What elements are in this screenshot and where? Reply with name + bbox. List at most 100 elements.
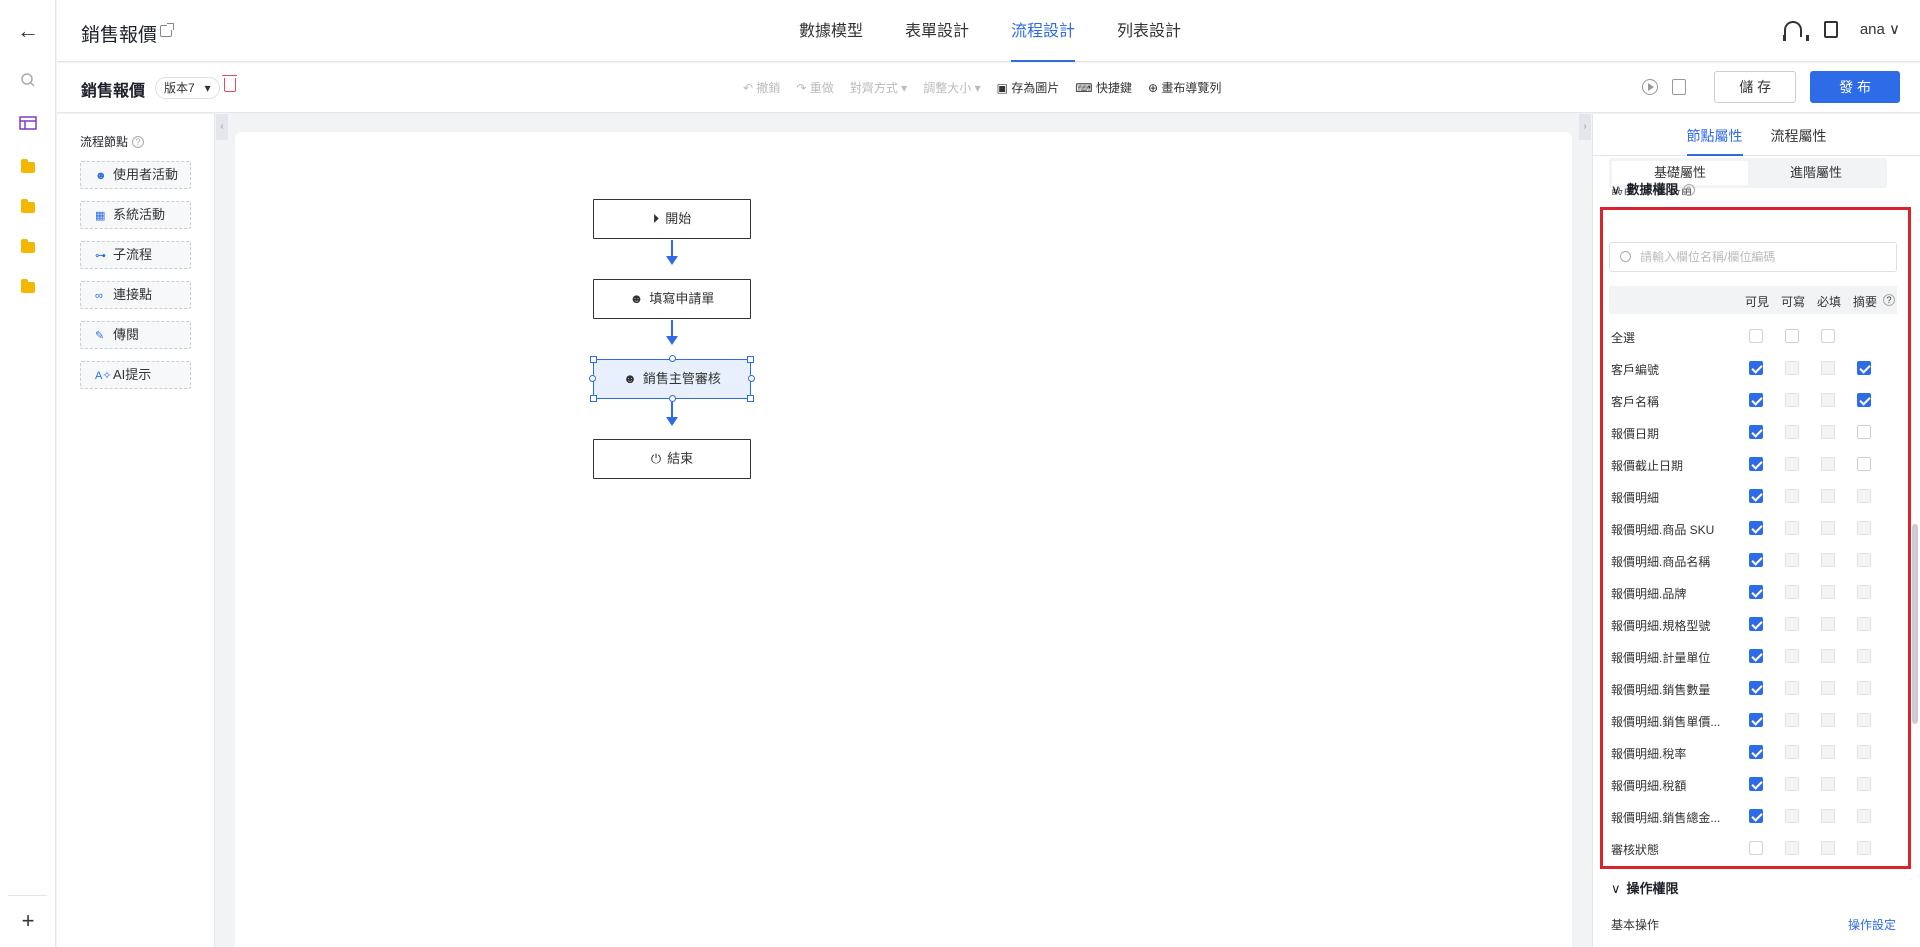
folder-icon[interactable] bbox=[0, 279, 56, 293]
user-name: ana bbox=[1859, 21, 1885, 38]
folder-icon[interactable] bbox=[0, 159, 56, 173]
trash-icon[interactable] bbox=[222, 75, 237, 92]
palette-title-label: 流程節點 bbox=[80, 135, 129, 149]
chevron-down-icon: ∨ bbox=[1611, 881, 1621, 896]
grid-icon: ▦ bbox=[95, 210, 106, 222]
operation-settings-link[interactable]: 操作設定 bbox=[1848, 916, 1896, 933]
tab-data-model[interactable]: 數據模型 bbox=[799, 0, 863, 62]
folder-icon[interactable] bbox=[0, 199, 56, 213]
palette-item-label: 子流程 bbox=[113, 247, 153, 262]
data-permission-header[interactable]: ∨ 數據權限? bbox=[1611, 179, 1695, 198]
book-icon[interactable] bbox=[1823, 20, 1838, 38]
rail-divider bbox=[8, 895, 47, 896]
run-icon[interactable] bbox=[1642, 79, 1659, 95]
help-icon[interactable]: ? bbox=[1682, 184, 1695, 196]
app-title: 銷售報價 bbox=[81, 25, 158, 46]
user-icon: ☻ bbox=[623, 371, 637, 386]
help-icon[interactable]: ? bbox=[132, 136, 145, 148]
palette-item-subflow[interactable]: ⊶ 子流程 bbox=[80, 241, 191, 269]
palette-item-label: AI提示 bbox=[113, 367, 152, 382]
palette-item-user-activity[interactable]: ☻ 使用者活動 bbox=[80, 161, 191, 189]
user-menu[interactable]: ana ∨ bbox=[1860, 20, 1900, 38]
user-icon: ☻ bbox=[629, 291, 644, 306]
top-right-controls: ana ∨ bbox=[1782, 20, 1900, 41]
panel-scrollbar[interactable] bbox=[1912, 524, 1918, 724]
folder-icon[interactable] bbox=[0, 239, 56, 253]
palette-title: 流程節點? bbox=[80, 133, 145, 150]
search-icon[interactable] bbox=[0, 72, 56, 91]
publish-button[interactable]: 發 布 bbox=[1810, 71, 1900, 103]
chevron-down-icon: ▾ bbox=[974, 81, 981, 95]
collapse-left-icon[interactable]: ‹ bbox=[216, 114, 228, 140]
resize-handle[interactable] bbox=[747, 395, 754, 402]
circulate-icon: ✎ bbox=[95, 330, 105, 342]
shortcuts-label: 快捷鍵 bbox=[1095, 81, 1132, 95]
operation-permission-title: 操作權限 bbox=[1626, 881, 1679, 896]
basic-operations-label: 基本操作 bbox=[1611, 918, 1660, 932]
collapse-right-icon[interactable]: › bbox=[1579, 114, 1591, 140]
tab-advanced-properties[interactable]: 進階屬性 bbox=[1748, 161, 1884, 185]
node-label: 開始 bbox=[665, 211, 692, 226]
plus-icon[interactable]: + bbox=[0, 908, 56, 934]
save-image-label: 存為圖片 bbox=[1011, 81, 1060, 95]
undo-label: 撤銷 bbox=[756, 81, 781, 95]
external-link-icon[interactable] bbox=[160, 23, 174, 37]
headset-icon[interactable] bbox=[1782, 21, 1809, 41]
undo-button[interactable]: ↶ 撤銷 bbox=[743, 79, 780, 96]
align-dropdown[interactable]: 對齊方式 ▾ bbox=[850, 79, 907, 96]
table-icon[interactable] bbox=[0, 116, 56, 133]
palette-item-system-activity[interactable]: ▦ 系統活動 bbox=[80, 201, 191, 229]
arrow-head-icon bbox=[666, 417, 678, 426]
palette-item-ai-prompt[interactable]: A✧AI提示 bbox=[80, 361, 191, 389]
palette-item-circulate[interactable]: ✎ 傳閱 bbox=[80, 321, 191, 349]
link-icon: ∞ bbox=[95, 290, 103, 302]
subflow-icon: ⊶ bbox=[95, 250, 106, 262]
connect-handle[interactable] bbox=[748, 375, 755, 382]
chevron-down-icon: ▾ bbox=[901, 81, 908, 95]
resize-handle[interactable] bbox=[590, 356, 597, 363]
flow-node-end[interactable]: ⏻ 結束 bbox=[593, 439, 751, 479]
undo-icon: ↶ bbox=[743, 81, 757, 95]
tab-form-design[interactable]: 表單設計 bbox=[905, 0, 969, 62]
save-button[interactable]: 儲 存 bbox=[1714, 71, 1797, 103]
palette-item-label: 連接點 bbox=[113, 287, 153, 302]
flow-canvas[interactable]: ⏵ 開始 ☻ 填寫申請單 ☻ 銷售主管審核 ⏻ 結束 bbox=[235, 132, 1572, 947]
flow-node-manager-review[interactable]: ☻ 銷售主管審核 bbox=[593, 359, 751, 399]
user-icon: ☻ bbox=[95, 170, 107, 182]
flow-node-start[interactable]: ⏵ 開始 bbox=[593, 199, 751, 239]
canvas-tools: ↶ 撤銷 ↷ 重做 對齊方式 ▾ 調整大小 ▾ ▣ 存為圖片 ⌨ 快捷鍵 ⊕ 畫… bbox=[743, 79, 1221, 96]
palette-item-label: 傳閱 bbox=[113, 327, 140, 342]
connect-handle[interactable] bbox=[669, 395, 676, 402]
main-tabs: 數據模型 表單設計 流程設計 列表設計 bbox=[799, 0, 1223, 62]
connect-handle[interactable] bbox=[669, 355, 676, 362]
back-arrow-icon[interactable]: ← bbox=[0, 18, 56, 44]
highlight-box bbox=[1600, 207, 1911, 869]
tab-flow-properties[interactable]: 流程屬性 bbox=[1771, 114, 1827, 156]
version-select[interactable]: 版本7 bbox=[155, 77, 220, 99]
resize-handle[interactable] bbox=[747, 356, 754, 363]
play-circle-icon: ⏵ bbox=[652, 211, 660, 226]
ai-icon: A✧ bbox=[95, 370, 112, 382]
power-icon: ⏻ bbox=[650, 451, 662, 466]
operation-permission-header[interactable]: ∨ 操作權限 bbox=[1611, 878, 1679, 897]
palette-item-connector[interactable]: ∞ 連接點 bbox=[80, 281, 191, 309]
flow-node-fill-application[interactable]: ☻ 填寫申請單 bbox=[593, 279, 751, 319]
resize-dropdown[interactable]: 調整大小 ▾ bbox=[923, 79, 980, 96]
redo-button[interactable]: ↷ 重做 bbox=[796, 79, 833, 96]
connect-handle[interactable] bbox=[589, 375, 596, 382]
align-label: 對齊方式 bbox=[849, 81, 898, 95]
resize-label: 調整大小 bbox=[923, 81, 972, 95]
chevron-down-icon: ∨ bbox=[1889, 21, 1900, 38]
canvas-nav-label: 畫布導覽列 bbox=[1161, 81, 1222, 95]
left-rail: ← + bbox=[0, 0, 56, 947]
preview-doc-icon[interactable] bbox=[1672, 79, 1687, 95]
tab-node-properties[interactable]: 節點屬性 bbox=[1686, 114, 1743, 156]
flow-edge[interactable] bbox=[671, 402, 673, 418]
resize-handle[interactable] bbox=[590, 395, 597, 402]
toolbar-actions: 儲 存 發 布 bbox=[1642, 71, 1900, 103]
save-image-button[interactable]: ▣ 存為圖片 bbox=[997, 79, 1060, 96]
tab-list-design[interactable]: 列表設計 bbox=[1117, 0, 1181, 62]
tab-flow-design[interactable]: 流程設計 bbox=[1011, 0, 1076, 62]
canvas-nav-button[interactable]: ⊕ 畫布導覽列 bbox=[1148, 79, 1221, 96]
shortcuts-button[interactable]: ⌨ 快捷鍵 bbox=[1075, 79, 1132, 96]
